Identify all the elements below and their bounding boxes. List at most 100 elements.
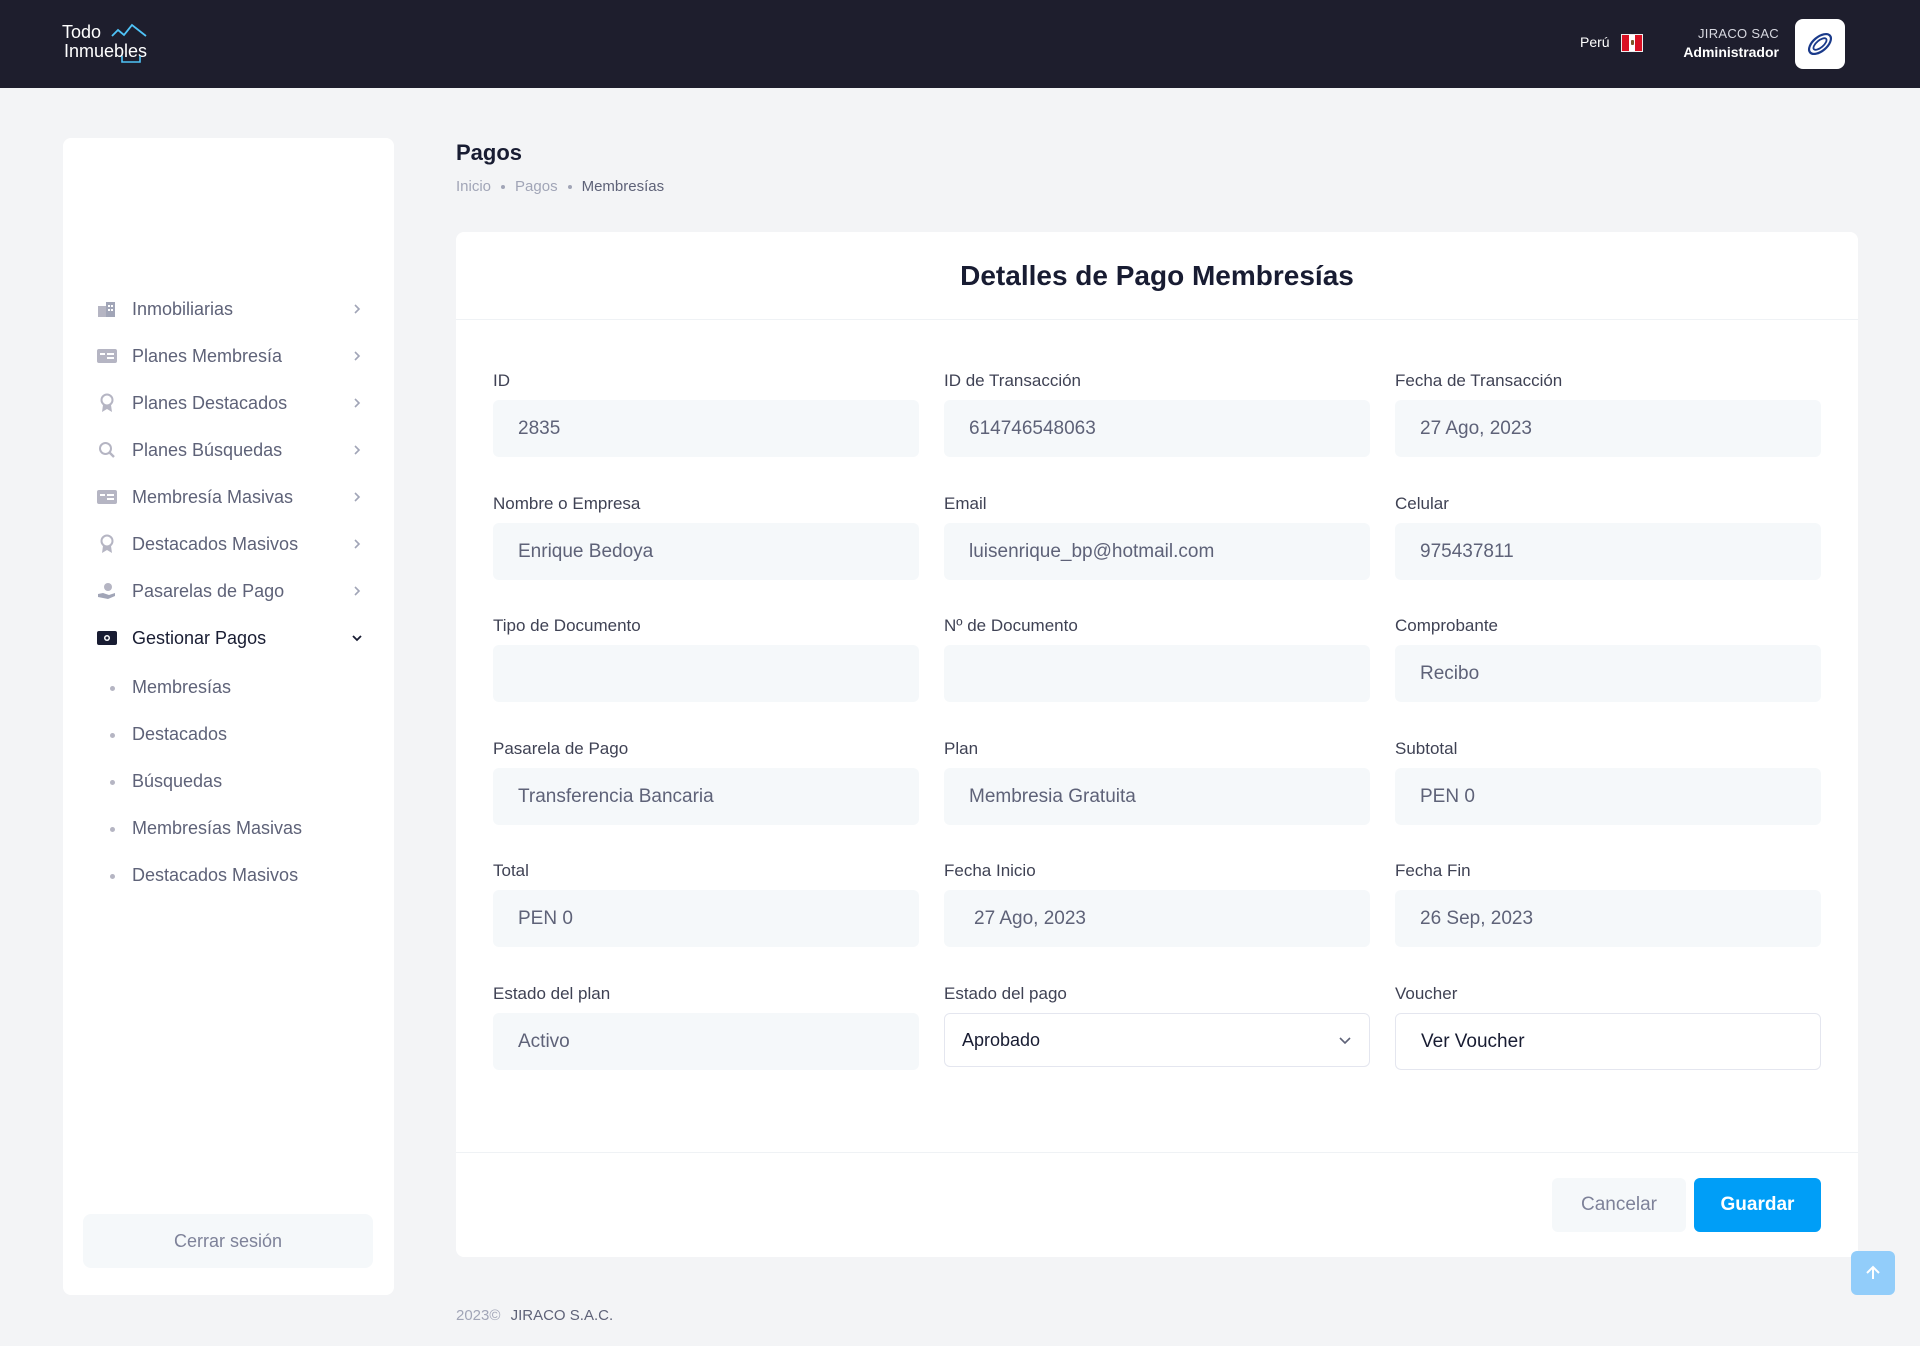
- transaction-date-input[interactable]: 27 Ago, 2023: [1395, 400, 1821, 457]
- house-roof-icon: [111, 23, 147, 63]
- gateway-input[interactable]: Transferencia Bancaria: [493, 768, 919, 825]
- chevron-down-icon: [1339, 1037, 1351, 1045]
- logo-line1: Todo: [62, 22, 102, 42]
- chevron-right-icon: [354, 398, 361, 408]
- chevron-right-icon: [354, 304, 361, 314]
- sidebar-item-label: Pasarelas de Pago: [132, 580, 285, 601]
- sidebar-subitem-label: Destacados Masivos: [132, 865, 299, 885]
- bullet-icon: [110, 827, 115, 832]
- sidebar-subitem-label: Destacados: [132, 724, 228, 744]
- name-input[interactable]: Enrique Bedoya: [493, 523, 919, 580]
- footer-company[interactable]: JIRACO S.A.C.: [511, 1307, 614, 1324]
- field-label: Estado del pago: [944, 984, 1067, 1003]
- field-label: Comprobante: [1395, 616, 1499, 635]
- footer-year: 2023©: [456, 1307, 501, 1324]
- sidebar-subitem-destacados-masivos[interactable]: Destacados Masivos: [63, 856, 394, 896]
- doc-type-input[interactable]: [493, 645, 919, 702]
- country-label[interactable]: Perú: [1580, 34, 1610, 50]
- field-label: ID: [493, 371, 510, 390]
- field-label: Email: [944, 494, 987, 513]
- start-date-input[interactable]: 27 Ago, 2023: [944, 890, 1370, 947]
- phone-input[interactable]: 975437811: [1395, 523, 1821, 580]
- field-label: Voucher: [1395, 984, 1458, 1003]
- card-title: Detalles de Pago Membresías: [456, 232, 1858, 320]
- payment-status-select[interactable]: Aprobado: [944, 1013, 1370, 1067]
- email-input[interactable]: luisenrique_bp@hotmail.com: [944, 523, 1370, 580]
- breadcrumb-pagos[interactable]: Pagos: [515, 178, 558, 195]
- sidebar-item-planes-membresia[interactable]: Planes Membresía: [63, 334, 394, 378]
- logout-button[interactable]: Cerrar sesión: [83, 1214, 373, 1268]
- sidebar-item-planes-destacados[interactable]: Planes Destacados: [63, 381, 394, 425]
- sidebar-item-pasarelas-de-pago[interactable]: Pasarelas de Pago: [63, 569, 394, 613]
- breadcrumb-current: Membresías: [581, 178, 665, 195]
- company-logo-icon: [1807, 32, 1833, 56]
- field-label: Pasarela de Pago: [493, 739, 629, 758]
- chevron-right-icon: [354, 539, 361, 549]
- transaction-id-input[interactable]: 614746548063: [944, 400, 1370, 457]
- payment-status-value: Aprobado: [962, 1029, 1041, 1050]
- subtotal-input[interactable]: PEN 0: [1395, 768, 1821, 825]
- sidebar-item-planes-busquedas[interactable]: Planes Búsquedas: [63, 428, 394, 472]
- company-name: JIRACO SAC: [1697, 26, 1779, 41]
- sidebar-item-destacados-masivos[interactable]: Destacados Masivos: [63, 522, 394, 566]
- save-button[interactable]: Guardar: [1694, 1178, 1821, 1232]
- doc-number-input[interactable]: [944, 645, 1370, 702]
- plan-status-input[interactable]: Activo: [493, 1013, 919, 1070]
- sidebar-item-label: Destacados Masivos: [132, 533, 299, 554]
- medal-icon: [97, 534, 117, 554]
- scroll-top-button[interactable]: [1851, 1251, 1895, 1295]
- id-input[interactable]: 2835: [493, 400, 919, 457]
- hand-coin-icon: [97, 581, 117, 601]
- peru-flag-icon[interactable]: [1621, 34, 1643, 52]
- buildings-icon: [97, 299, 117, 319]
- avatar[interactable]: [1795, 19, 1845, 69]
- breadcrumb-separator: [501, 184, 506, 189]
- breadcrumb: Inicio Pagos Membresías: [456, 178, 664, 195]
- end-date-input[interactable]: 26 Sep, 2023: [1395, 890, 1821, 947]
- chevron-right-icon: [354, 492, 361, 502]
- field-label: Estado del plan: [493, 984, 611, 1003]
- field-label: Total: [493, 861, 529, 880]
- app-logo[interactable]: Todo Inmuebles: [62, 20, 162, 66]
- chevron-right-icon: [354, 351, 361, 361]
- sidebar-item-membresia-masivas[interactable]: Membresía Masivas: [63, 475, 394, 519]
- sidebar-item-inmobiliarias[interactable]: Inmobiliarias: [63, 287, 394, 331]
- field-label: Fecha de Transacción: [1395, 371, 1563, 390]
- sidebar-subitem-label: Búsquedas: [132, 771, 223, 791]
- sidebar-item-label: Gestionar Pagos: [132, 627, 267, 648]
- sidebar-subitem-destacados[interactable]: Destacados: [63, 715, 394, 755]
- sidebar-item-label: Planes Destacados: [132, 392, 288, 413]
- medal-icon: [97, 393, 117, 413]
- breadcrumb-inicio[interactable]: Inicio: [456, 178, 491, 195]
- sidebar-subitem-membresias-masivas[interactable]: Membresías Masivas: [63, 809, 394, 849]
- top-navbar: Todo Inmuebles Perú JIRACO SAC Administr…: [0, 0, 1920, 88]
- card-icon: [97, 346, 117, 366]
- bullet-icon: [110, 733, 115, 738]
- sidebar-subitem-busquedas[interactable]: Búsquedas: [63, 762, 394, 802]
- field-label: Nº de Documento: [944, 616, 1078, 635]
- wallet-icon: [97, 628, 117, 648]
- sidebar-item-label: Membresía Masivas: [132, 486, 294, 507]
- sidebar-subitem-label: Membresías Masivas: [132, 818, 303, 838]
- card-icon: [97, 487, 117, 507]
- bullet-icon: [110, 874, 115, 879]
- chevron-right-icon: [354, 586, 361, 596]
- field-label: Celular: [1395, 494, 1449, 513]
- sidebar-item-label: Inmobiliarias: [132, 298, 234, 319]
- search-icon: [97, 440, 117, 460]
- chevron-down-icon: [352, 635, 362, 642]
- sidebar-subitem-membresias[interactable]: Membresías: [63, 668, 394, 708]
- sidebar-item-gestionar-pagos[interactable]: Gestionar Pagos: [63, 616, 394, 660]
- plan-input[interactable]: Membresia Gratuita: [944, 768, 1370, 825]
- view-voucher-link[interactable]: Ver Voucher: [1395, 1013, 1821, 1070]
- field-label: Subtotal: [1395, 739, 1458, 758]
- field-label: Nombre o Empresa: [493, 494, 641, 513]
- chevron-right-icon: [354, 445, 361, 455]
- cancel-button[interactable]: Cancelar: [1552, 1178, 1686, 1232]
- page-title: Pagos: [456, 140, 523, 165]
- receipt-input[interactable]: Recibo: [1395, 645, 1821, 702]
- sidebar: Inmobiliarias Planes Membresía Planes De…: [63, 138, 394, 1295]
- arrow-up-icon: [1866, 1265, 1880, 1279]
- user-info: JIRACO SAC Administrador: [1683, 26, 1779, 60]
- total-input[interactable]: PEN 0: [493, 890, 919, 947]
